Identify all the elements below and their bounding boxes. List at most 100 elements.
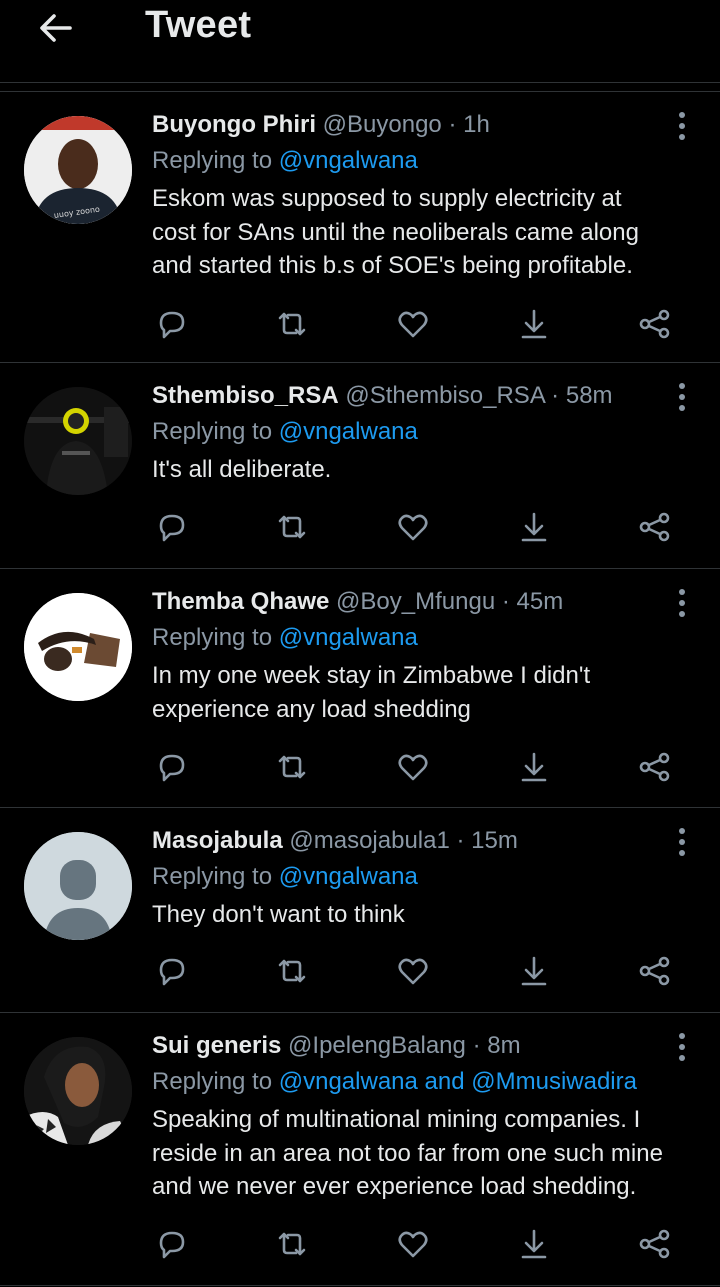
mention-link[interactable]: @vngalwana (279, 624, 418, 651)
download-button[interactable] (514, 304, 554, 344)
tweet-meta: Buyongo Phiri @Buyongo · 1h (152, 110, 700, 140)
reply-button[interactable] (152, 1224, 192, 1264)
like-button[interactable] (393, 1224, 433, 1264)
reply-button[interactable] (152, 304, 192, 344)
retweet-button[interactable] (272, 304, 312, 344)
replying-to-label: Replying to (152, 863, 279, 890)
more-options-button[interactable] (670, 824, 694, 860)
tweet-reply[interactable]: Sui generis @IpelengBalang · 8m Replying… (0, 1013, 720, 1286)
tweet-reply[interactable]: uuoy zoono Buyongo Phiri @Buyongo · 1h R… (0, 92, 720, 363)
more-options-button[interactable] (670, 108, 694, 144)
download-button[interactable] (514, 1224, 554, 1264)
like-button[interactable] (393, 507, 433, 547)
retweet-icon (278, 1232, 306, 1256)
avatar[interactable] (24, 387, 132, 495)
replying-to: Replying to @vngalwana (152, 417, 700, 447)
timestamp: 1h (463, 111, 490, 138)
tweet-text-line: and we never ever experience load sheddi… (152, 1173, 637, 1200)
reply-button[interactable] (152, 747, 192, 787)
user-handle[interactable]: @Sthembiso_RSA (345, 382, 544, 409)
reply-icon (159, 958, 185, 986)
tweet-reply[interactable]: Sthembiso_RSA @Sthembiso_RSA · 58m Reply… (0, 363, 720, 569)
separator-dot: · (456, 827, 465, 854)
user-handle[interactable]: @Boy_Mfungu (336, 588, 495, 615)
tweet-meta: Sui generis @IpelengBalang · 8m (152, 1031, 700, 1061)
retweet-button[interactable] (272, 747, 312, 787)
display-name[interactable]: Themba Qhawe (152, 588, 329, 615)
download-button[interactable] (514, 747, 554, 787)
heart-icon (398, 1231, 428, 1258)
display-name[interactable]: Buyongo Phiri (152, 111, 316, 138)
back-button[interactable] (36, 8, 76, 48)
tweet-reply[interactable]: Themba Qhawe @Boy_Mfungu · 45m Replying … (0, 569, 720, 808)
retweet-icon (278, 312, 306, 336)
share-icon (639, 309, 670, 339)
avatar[interactable]: uuoy zoono (24, 116, 132, 224)
share-icon (639, 1229, 670, 1259)
share-button[interactable] (634, 1224, 674, 1264)
mention-link[interactable]: @vngalwana (279, 418, 418, 445)
tweet-text-line: reside in an area not too far from one s… (152, 1139, 663, 1167)
retweet-button[interactable] (272, 951, 312, 991)
reply-button[interactable] (152, 507, 192, 547)
reply-button[interactable] (152, 951, 192, 991)
avatar-photo (24, 593, 132, 701)
tweet-text-line: They don't want to think (152, 901, 405, 928)
more-options-button[interactable] (670, 379, 694, 415)
tweet-text: They don't want to think (152, 898, 700, 932)
share-button[interactable] (634, 951, 674, 991)
more-options-button[interactable] (670, 585, 694, 621)
download-icon (521, 309, 547, 339)
like-button[interactable] (393, 951, 433, 991)
tweet-meta: Themba Qhawe @Boy_Mfungu · 45m (152, 587, 700, 617)
more-options-button[interactable] (670, 1029, 694, 1065)
more-vertical-icon (679, 828, 685, 856)
separator-dot: · (501, 588, 510, 615)
user-handle[interactable]: @masojabula1 (289, 827, 449, 854)
action-bar (152, 304, 672, 344)
display-name[interactable]: Masojabula (152, 827, 283, 854)
tweet-reply[interactable]: Masojabula @masojabula1 · 15m Replying t… (0, 808, 720, 1013)
mention-link[interactable]: @vngalwana (279, 863, 418, 890)
tweet-text-line: It's all deliberate. (152, 456, 332, 483)
share-button[interactable] (634, 747, 674, 787)
tweet-text-line: Eskom was supposed to supply electricity… (152, 185, 622, 212)
more-vertical-icon (679, 112, 685, 140)
arrow-left-icon (40, 14, 72, 42)
avatar[interactable] (24, 593, 132, 701)
share-icon (639, 956, 670, 986)
reply-icon (159, 514, 185, 542)
heart-icon (398, 514, 428, 541)
mention-link[interactable]: @vngalwana (279, 147, 418, 174)
download-icon (521, 1229, 547, 1259)
action-bar (152, 747, 672, 787)
tweet-meta: Sthembiso_RSA @Sthembiso_RSA · 58m (152, 381, 700, 411)
tweet-text: In my one week stay in Zimbabwe I didn't… (152, 659, 700, 726)
more-vertical-icon (679, 383, 685, 411)
replying-to-label: Replying to (152, 147, 279, 174)
avatar[interactable] (24, 1037, 132, 1145)
display-name[interactable]: Sui generis (152, 1032, 281, 1059)
share-button[interactable] (634, 304, 674, 344)
avatar[interactable] (24, 832, 132, 940)
replying-to: Replying to @vngalwana (152, 623, 700, 653)
user-handle[interactable]: @Buyongo (323, 111, 442, 138)
like-button[interactable] (393, 747, 433, 787)
section-divider (0, 83, 720, 92)
retweet-button[interactable] (272, 1224, 312, 1264)
share-button[interactable] (634, 507, 674, 547)
tweet-text-line: and started this b.s of SOE's being prof… (152, 252, 633, 279)
timestamp: 45m (516, 588, 564, 615)
retweet-button[interactable] (272, 507, 312, 547)
replying-to-label: Replying to (152, 1068, 279, 1095)
timestamp: 15m (471, 827, 518, 854)
retweet-icon (278, 959, 306, 983)
download-button[interactable] (514, 951, 554, 991)
download-button[interactable] (514, 507, 554, 547)
like-button[interactable] (393, 304, 433, 344)
display-name[interactable]: Sthembiso_RSA (152, 382, 339, 409)
user-handle[interactable]: @IpelengBalang (288, 1032, 466, 1059)
avatar-photo: uuoy zoono (24, 116, 132, 224)
separator-dot: · (551, 382, 560, 409)
mention-link[interactable]: @vngalwana and @Mmusiwadira (279, 1068, 637, 1095)
